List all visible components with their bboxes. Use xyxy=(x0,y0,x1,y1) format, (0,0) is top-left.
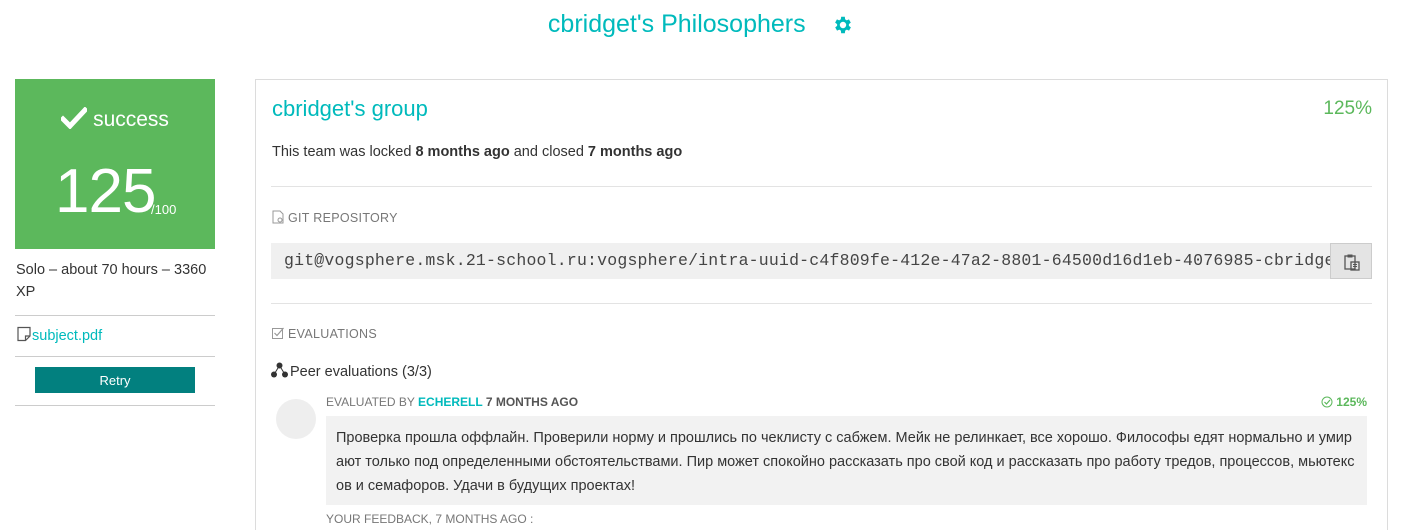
avatar[interactable] xyxy=(276,399,316,439)
final-mark-box: success 125 /100 xyxy=(15,79,215,249)
evaluations-section: EVALUATIONS xyxy=(271,326,377,341)
evaluation-ago: 7 MONTHS AGO xyxy=(482,395,579,409)
lock-middle: and closed xyxy=(509,144,588,160)
closed-ago: 7 months ago xyxy=(587,144,683,160)
status-label: success xyxy=(93,108,169,131)
git-repository-section: GIT REPOSITORY xyxy=(271,210,398,225)
file-icon xyxy=(17,326,31,342)
file-icon xyxy=(272,210,284,224)
check-circle-icon xyxy=(1321,396,1333,408)
divider xyxy=(271,303,1372,304)
git-repository-label: GIT REPOSITORY xyxy=(288,211,398,225)
final-mark: 125 xyxy=(55,157,156,226)
feedback-label: YOUR FEEDBACK, 7 MONTHS AGO : xyxy=(326,512,534,526)
peer-evaluations: Peer evaluations (3/3) xyxy=(271,362,432,380)
retry-row: Retry xyxy=(15,357,215,406)
gear-icon[interactable] xyxy=(832,14,854,36)
lock-status: This team was locked 8 months ago and cl… xyxy=(272,144,682,160)
final-mark-max: /100 xyxy=(151,202,177,217)
divider xyxy=(271,186,1372,187)
evaluated-by-label: EVALUATED BY xyxy=(326,395,419,409)
page-header: cbridget's Philosophers xyxy=(0,10,1402,39)
checkbox-icon xyxy=(272,327,284,339)
status-line: success xyxy=(15,107,215,132)
project-meta: Solo – about 70 hours – 3360 XP xyxy=(15,249,215,316)
locked-ago: 8 months ago xyxy=(415,144,510,160)
evaluations-label: EVALUATIONS xyxy=(288,327,377,341)
group-title[interactable]: cbridget's group xyxy=(272,96,428,122)
evaluation-score: 125% xyxy=(1321,395,1367,409)
peers-icon xyxy=(271,362,288,378)
evaluator-login[interactable]: ECHERELL xyxy=(418,395,482,409)
retry-button[interactable]: Retry xyxy=(35,367,195,393)
check-icon xyxy=(61,107,88,129)
sidebar: success 125 /100 Solo – about 70 hours –… xyxy=(15,79,215,406)
subject-pdf-link[interactable]: subject.pdf xyxy=(32,328,102,344)
team-panel: cbridget's group 125% This team was lock… xyxy=(255,79,1388,530)
group-score: 125% xyxy=(1323,98,1372,119)
peer-evaluations-label: Peer evaluations (3/3) xyxy=(290,364,432,380)
lock-prefix: This team was locked xyxy=(272,144,416,160)
repo-url-box[interactable]: git@vogsphere.msk.21-school.ru:vogsphere… xyxy=(271,243,1372,279)
subject-row: subject.pdf xyxy=(15,316,215,357)
page-title: cbridget's Philosophers xyxy=(547,10,806,38)
clipboard-icon xyxy=(1344,254,1360,271)
repo-url[interactable]: git@vogsphere.msk.21-school.ru:vogsphere… xyxy=(284,251,1345,270)
evaluation-header: EVALUATED BY ECHERELL 7 MONTHS AGO xyxy=(326,395,578,409)
evaluation-score-value: 125% xyxy=(1336,395,1367,409)
copy-button[interactable] xyxy=(1330,243,1372,279)
evaluation-comment: Проверка прошла оффлайн. Проверили норму… xyxy=(326,416,1367,505)
